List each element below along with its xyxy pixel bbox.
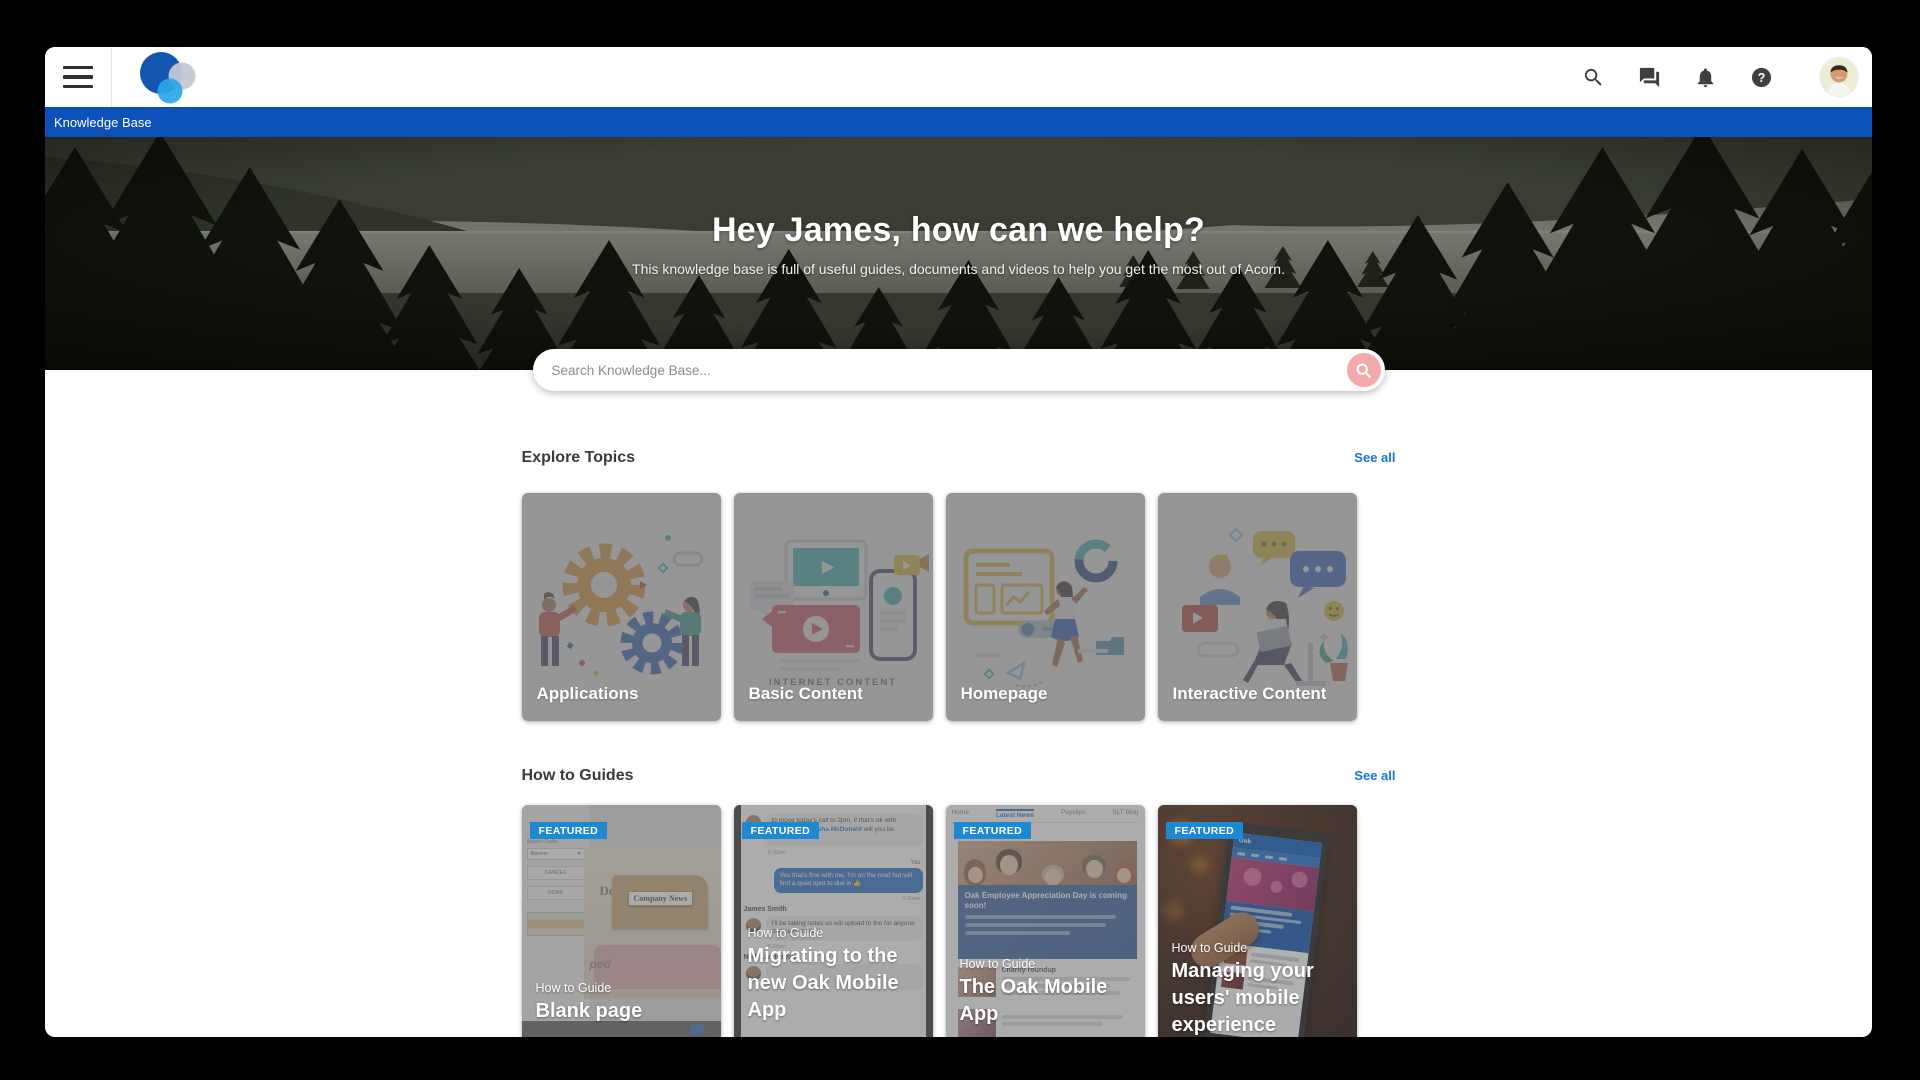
see-all-topics-link[interactable]: See all — [1354, 450, 1395, 465]
logo-circles-icon — [138, 49, 200, 105]
chat-icon — [1638, 66, 1661, 89]
hamburger-icon — [63, 66, 93, 89]
section-title: Explore Topics — [522, 449, 636, 467]
guide-title: Blank page — [536, 998, 712, 1025]
search-icon — [1582, 66, 1605, 89]
search-input[interactable] — [533, 363, 1347, 378]
app-window: ? Knowledge Base — [45, 47, 1872, 1037]
featured-badge: FEATURED — [954, 822, 1032, 839]
search-button[interactable] — [1580, 64, 1606, 90]
help-button[interactable]: ? — [1748, 64, 1774, 90]
topic-card-title: Applications — [537, 684, 639, 704]
topic-card-basic-content[interactable]: INTERNET CONTENT Basic Content — [734, 493, 933, 721]
brand-logo[interactable] — [138, 49, 200, 105]
topic-card-title: Homepage — [961, 684, 1048, 704]
hamburger-menu-button[interactable] — [45, 47, 111, 107]
guide-kicker: How to Guide — [536, 981, 712, 995]
app-bar-title: Knowledge Base — [54, 115, 152, 130]
guide-kicker: How to Guide — [748, 926, 924, 940]
section-title: How to Guides — [522, 767, 634, 785]
topic-card-homepage[interactable]: Homepage — [946, 493, 1145, 721]
featured-badge: FEATURED — [530, 822, 608, 839]
topic-card-row: Applications — [522, 493, 1396, 721]
avatar-photo — [1820, 58, 1858, 96]
guide-card-migrating-oak-mobile-app[interactable]: to move today's call to 2pm, if that's o… — [734, 805, 933, 1037]
how-to-guides-header: How to Guides See all — [522, 767, 1396, 785]
guide-card-blank-page[interactable]: Aspect Ratio Banner▾ CANCEL DONE Documen… — [522, 805, 721, 1037]
topic-card-applications[interactable]: Applications — [522, 493, 721, 721]
topic-card-title: Interactive Content — [1173, 684, 1327, 704]
guide-card-row: Aspect Ratio Banner▾ CANCEL DONE Documen… — [522, 805, 1396, 1037]
search-submit-button[interactable] — [1347, 353, 1381, 387]
svg-text:?: ? — [1757, 70, 1765, 84]
topbar-actions: ? — [1580, 58, 1872, 96]
hero-text: Hey James, how can we help? This knowled… — [45, 137, 1872, 277]
guide-card-text: How to Guide Managing your users' mobile… — [1172, 941, 1348, 1037]
guide-card-the-oak-mobile-app[interactable]: Home Latest News Payslips SLT Blog — [946, 805, 1145, 1037]
top-bar: ? — [45, 47, 1872, 107]
guide-card-text: How to Guide The Oak Mobile App — [960, 957, 1136, 1028]
guide-kicker: How to Guide — [1172, 941, 1348, 955]
hero-banner: Hey James, how can we help? This knowled… — [45, 137, 1872, 370]
topbar-divider — [111, 47, 112, 107]
guide-card-text: How to Guide Migrating to the new Oak Mo… — [748, 926, 924, 1024]
guide-title: Migrating to the new Oak Mobile App — [748, 943, 924, 1024]
guide-card-managing-mobile-experience[interactable]: Oak — [1158, 805, 1357, 1037]
guide-title: Managing your users' mobile experience — [1172, 958, 1348, 1037]
user-avatar[interactable] — [1820, 58, 1858, 96]
topic-card-interactive-content[interactable]: Interactive Content — [1158, 493, 1357, 721]
guide-kicker: How to Guide — [960, 957, 1136, 971]
guide-title: The Oak Mobile App — [960, 974, 1136, 1028]
hero-subtitle: This knowledge base is full of useful gu… — [45, 261, 1872, 277]
notifications-button[interactable] — [1692, 64, 1718, 90]
knowledge-base-search — [533, 349, 1385, 391]
hero-title: Hey James, how can we help? — [45, 211, 1872, 250]
chat-button[interactable] — [1636, 64, 1662, 90]
featured-badge: FEATURED — [742, 822, 820, 839]
explore-topics-header: Explore Topics See all — [522, 449, 1396, 467]
help-icon: ? — [1750, 66, 1773, 89]
topic-card-title: Basic Content — [749, 684, 863, 704]
app-bar: Knowledge Base — [45, 107, 1872, 137]
search-icon — [1355, 362, 1372, 379]
featured-badge: FEATURED — [1166, 822, 1244, 839]
see-all-guides-link[interactable]: See all — [1354, 768, 1395, 783]
guide-card-text: How to Guide Blank page — [536, 981, 712, 1025]
bell-icon — [1694, 66, 1717, 89]
main-content: Explore Topics See all — [522, 449, 1396, 1037]
